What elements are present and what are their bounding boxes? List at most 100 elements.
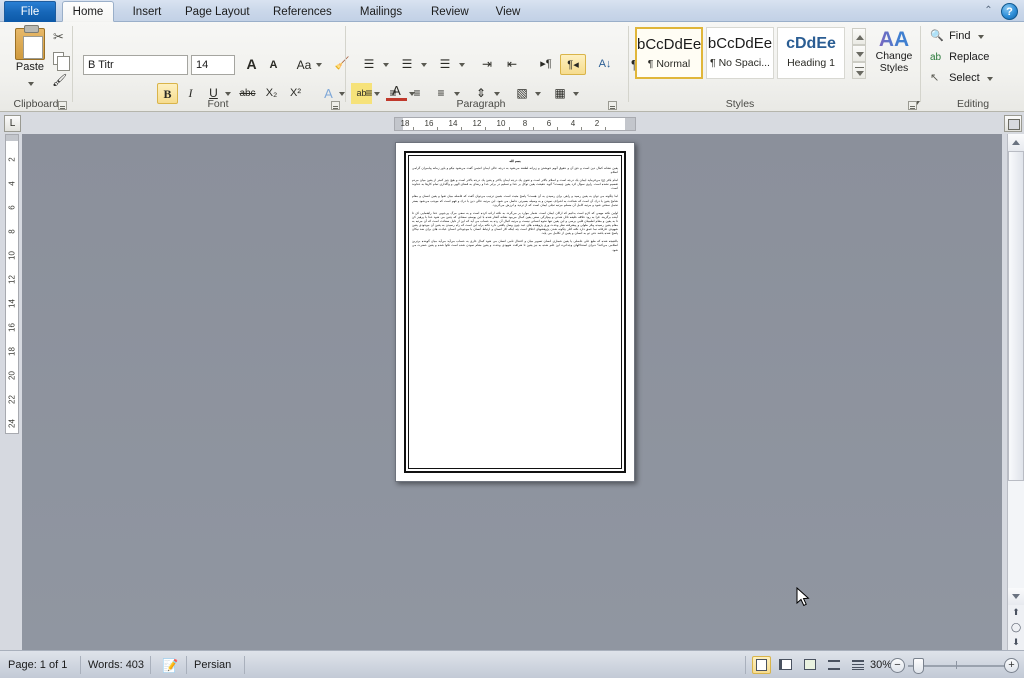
underline-dropdown-icon[interactable] [225,92,231,96]
scroll-thumb[interactable] [1008,151,1024,481]
style-no-spacing[interactable]: bCcDdEe ¶ No Spaci... [706,27,774,79]
format-painter-button[interactable] [50,72,70,91]
vruler-tick-2: 2 [7,157,17,162]
align-left-button[interactable]: ≡ [358,83,380,104]
zoom-in-button[interactable]: + [1004,658,1019,673]
vruler-tick-22: 22 [7,395,17,404]
vertical-ruler[interactable]: 2 4 6 8 10 12 14 16 18 20 22 24 [5,134,19,434]
tab-mailings[interactable]: Mailings [350,2,412,22]
tab-home[interactable]: Home [62,1,114,22]
word-count[interactable]: Words: 403 [88,658,144,673]
document-page-1[interactable]: بسم الله يقين نشانه كمال دين است و حق آن… [395,142,635,482]
paragraph-dialog-launcher[interactable] [608,101,617,110]
find-dropdown-icon[interactable] [977,35,984,39]
change-styles-icon: AA [868,29,920,50]
sort-button[interactable]: A↓ [594,54,616,75]
zoom-level[interactable]: 30% [852,658,892,673]
previous-page-button[interactable]: ⬆ [1008,605,1024,620]
bullets-dropdown-icon[interactable] [383,63,389,67]
tab-stop-selector[interactable]: L [4,115,21,132]
grow-font-button[interactable]: A [241,54,262,75]
scroll-down-button[interactable] [1008,588,1024,605]
paste-icon [15,25,45,60]
font-dialog-launcher[interactable] [331,101,340,110]
hruler-tick-12: 12 [472,119,482,128]
line-spacing-dropdown-icon[interactable] [494,92,500,96]
zoom-out-button[interactable]: − [890,658,905,673]
collapse-ribbon-icon[interactable]: ⌃ [981,4,996,18]
document-heading: بسم الله [509,159,521,163]
vertical-scrollbar[interactable]: ⬆ ◯ ⬇ [1007,134,1024,650]
document-text[interactable]: بسم الله يقين نشانه كمال دين است و حق آن… [412,159,618,465]
cut-button[interactable] [50,28,70,47]
tab-view[interactable]: View [486,2,530,22]
styles-scroll-down-button[interactable] [852,45,866,62]
tab-insert[interactable]: Insert [122,2,172,22]
word-window: File Home Insert Page Layout References … [0,0,1024,678]
outline-view-button[interactable] [824,656,843,674]
help-icon[interactable]: ? [1001,3,1018,20]
change-case-dropdown-icon[interactable] [316,63,322,67]
select-button[interactable]: ↖ Select [930,69,993,88]
web-layout-view-button[interactable] [800,656,819,674]
clipboard-dialog-launcher[interactable] [58,101,67,110]
left-to-right-button[interactable]: ▸¶ [534,54,558,75]
styles-dialog-launcher[interactable] [908,101,917,110]
zoom-slider-thumb[interactable] [913,658,924,674]
next-page-button[interactable]: ⬇ [1008,635,1024,650]
find-button[interactable]: 🔍 Find [930,27,984,46]
styles-more-button[interactable] [852,62,866,79]
change-styles-button[interactable]: AA Change Styles [868,29,920,74]
document-paragraph: اما چگونه مى توان به يقين رسيد و راهى بر… [412,194,618,207]
paste-dropdown-icon[interactable] [28,82,34,86]
vruler-tick-18: 18 [7,347,17,356]
style-sample-normal: bCcDdEe [637,36,702,53]
language-indicator[interactable]: Persian [194,658,231,673]
vruler-tick-16: 16 [7,323,17,332]
hruler-tick-6: 6 [546,119,552,128]
document-paragraph: بالنتيجه شده كه طبع على حاصلى يا يقين شم… [412,239,618,252]
copy-button[interactable] [50,49,70,71]
numbering-dropdown-icon[interactable] [421,63,427,67]
right-to-left-button[interactable]: ¶◂ [560,54,586,75]
vruler-tick-20: 20 [7,371,17,380]
page-indicator[interactable]: Page: 1 of 1 [8,658,67,673]
replace-button[interactable]: ab Replace [930,48,989,67]
select-dropdown-icon[interactable] [986,77,993,81]
full-screen-reading-view-button[interactable] [776,656,795,674]
vruler-tick-10: 10 [7,251,17,260]
decrease-indent-button[interactable]: ⇥ [476,54,498,75]
increase-indent-button[interactable]: ⇤ [501,54,523,75]
borders-dropdown-icon[interactable] [573,92,579,96]
shading-dropdown-icon[interactable] [535,92,541,96]
tab-file[interactable]: File [4,1,56,22]
document-canvas[interactable]: بسم الله يقين نشانه كمال دين است و حق آن… [22,134,1002,650]
horizontal-ruler[interactable]: 18 16 14 12 10 8 6 4 2 [394,117,636,131]
font-name-input[interactable]: B Titr [83,55,188,75]
multilevel-dropdown-icon[interactable] [459,63,465,67]
tab-references[interactable]: References [264,2,340,22]
shrink-font-button[interactable]: A [263,55,284,76]
bullets-button[interactable]: ☰ [358,54,380,75]
scroll-track[interactable] [1008,151,1024,588]
style-heading-1[interactable]: cDdEe Heading 1 [777,27,845,79]
change-case-button[interactable]: Aa [291,55,317,76]
print-layout-view-button[interactable] [752,656,771,674]
multilevel-list-button[interactable]: ☰ [434,54,456,75]
tab-review[interactable]: Review [422,2,476,22]
styles-scroll-up-button[interactable] [852,28,866,45]
hruler-tick-16: 16 [424,119,434,128]
justify-dropdown-icon[interactable] [454,92,460,96]
scroll-up-button[interactable] [1008,134,1024,151]
group-label-editing: Editing [956,98,990,110]
proofing-errors-icon[interactable]: 📝 [162,658,178,673]
tab-page-layout[interactable]: Page Layout [176,2,256,22]
paste-button[interactable]: Paste [8,25,52,88]
hruler-tick-8: 8 [522,119,528,128]
split-window-button[interactable] [1004,115,1022,132]
style-normal[interactable]: bCcDdEe ¶ Normal [635,27,703,79]
vruler-tick-14: 14 [7,299,17,308]
select-browse-object-button[interactable]: ◯ [1008,620,1024,635]
font-size-input[interactable]: 14 [191,55,235,75]
numbering-button[interactable]: ☰ [396,54,418,75]
